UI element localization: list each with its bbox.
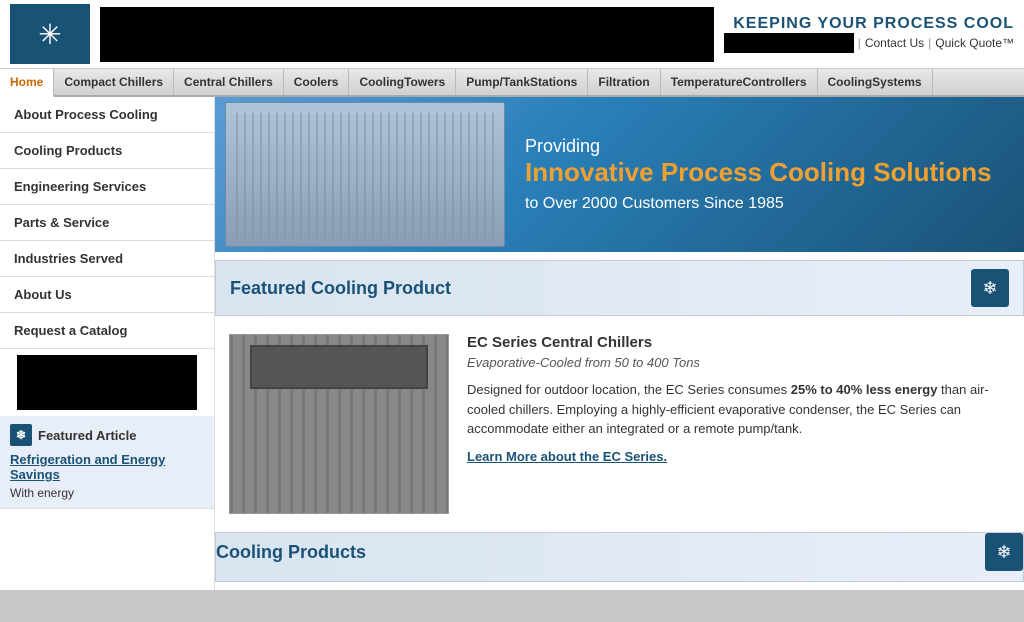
sidebar-item-engineering-services[interactable]: Engineering Services: [0, 169, 214, 205]
pipe-divider: |: [858, 36, 861, 50]
sidebar: About Process Cooling Cooling Products E…: [0, 97, 215, 590]
cooling-products-title: Cooling Products: [216, 542, 366, 563]
header-search-bar[interactable]: [724, 33, 854, 53]
featured-article-section: ❄ Featured Article Refrigeration and Ene…: [0, 416, 214, 509]
product-desc-before: Designed for outdoor location, the EC Se…: [467, 382, 791, 397]
nav-cooling-systems[interactable]: CoolingSystems: [818, 69, 933, 95]
contact-us-link[interactable]: Contact Us: [865, 36, 924, 50]
nav-filtration[interactable]: Filtration: [588, 69, 660, 95]
nav-temperature-controllers[interactable]: TemperatureControllers: [661, 69, 818, 95]
logo-snowflake-icon: ✳: [38, 18, 61, 51]
nav-cooling-towers[interactable]: CoolingTowers: [349, 69, 456, 95]
product-image: [229, 334, 449, 514]
cooling-products-icon: ❄: [985, 533, 1023, 571]
banner-headline: Innovative Process Cooling Solutions: [525, 157, 992, 188]
featured-article-icon: ❄: [10, 424, 32, 446]
sidebar-item-about-us[interactable]: About Us: [0, 277, 214, 313]
nav-coolers[interactable]: Coolers: [284, 69, 350, 95]
featured-product-icon: ❄: [971, 269, 1009, 307]
sidebar-item-industries-served[interactable]: Industries Served: [0, 241, 214, 277]
header-right: KEEPING YOUR PROCESS COOL | Contact Us |…: [724, 15, 1014, 53]
featured-article-body: With energy: [10, 486, 204, 500]
main-nav: Home Compact Chillers Central Chillers C…: [0, 69, 1024, 97]
featured-article-header: ❄ Featured Article: [10, 424, 204, 446]
banner-sub: to Over 2000 Customers Since 1985: [525, 195, 992, 213]
sidebar-item-cooling-products[interactable]: Cooling Products: [0, 133, 214, 169]
sidebar-item-about-process-cooling[interactable]: About Process Cooling: [0, 97, 214, 133]
content-area: Providing Innovative Process Cooling Sol…: [215, 97, 1024, 590]
featured-article-link[interactable]: Refrigeration and Energy Savings: [10, 452, 204, 482]
page-header: ✳ KEEPING YOUR PROCESS COOL | Contact Us…: [0, 0, 1024, 69]
product-learn-more-link[interactable]: Learn More about the EC Series.: [467, 449, 1010, 464]
logo[interactable]: ✳: [10, 4, 90, 64]
banner-text: Providing Innovative Process Cooling Sol…: [505, 116, 1012, 232]
sidebar-ad-banner: [17, 355, 197, 410]
banner-machine-image: [225, 102, 505, 247]
sidebar-item-request-catalog[interactable]: Request a Catalog: [0, 313, 214, 349]
nav-central-chillers[interactable]: Central Chillers: [174, 69, 284, 95]
pipe-divider2: |: [928, 36, 931, 50]
product-info: EC Series Central Chillers Evaporative-C…: [467, 334, 1010, 514]
nav-pump-tank-stations[interactable]: Pump/TankStations: [456, 69, 588, 95]
featured-product-header: Featured Cooling Product ❄: [215, 260, 1024, 316]
hero-banner: Providing Innovative Process Cooling Sol…: [215, 97, 1024, 252]
nav-home[interactable]: Home: [0, 69, 54, 97]
quick-quote-link[interactable]: Quick Quote™: [935, 36, 1014, 50]
main-content: About Process Cooling Cooling Products E…: [0, 97, 1024, 590]
cooling-products-header: Cooling Products ❄: [215, 532, 1024, 582]
header-links: | Contact Us | Quick Quote™: [724, 33, 1014, 53]
product-name: EC Series Central Chillers: [467, 334, 1010, 351]
product-description: Designed for outdoor location, the EC Se…: [467, 380, 1010, 439]
sidebar-item-parts-service[interactable]: Parts & Service: [0, 205, 214, 241]
product-subtitle: Evaporative-Cooled from 50 to 400 Tons: [467, 355, 1010, 370]
tagline: KEEPING YOUR PROCESS COOL: [733, 15, 1014, 33]
product-desc-bold: 25% to 40% less energy: [791, 382, 938, 397]
featured-product-title: Featured Cooling Product: [230, 278, 451, 299]
banner-providing: Providing: [525, 136, 992, 157]
featured-product-content: EC Series Central Chillers Evaporative-C…: [215, 324, 1024, 524]
nav-compact-chillers[interactable]: Compact Chillers: [54, 69, 174, 95]
